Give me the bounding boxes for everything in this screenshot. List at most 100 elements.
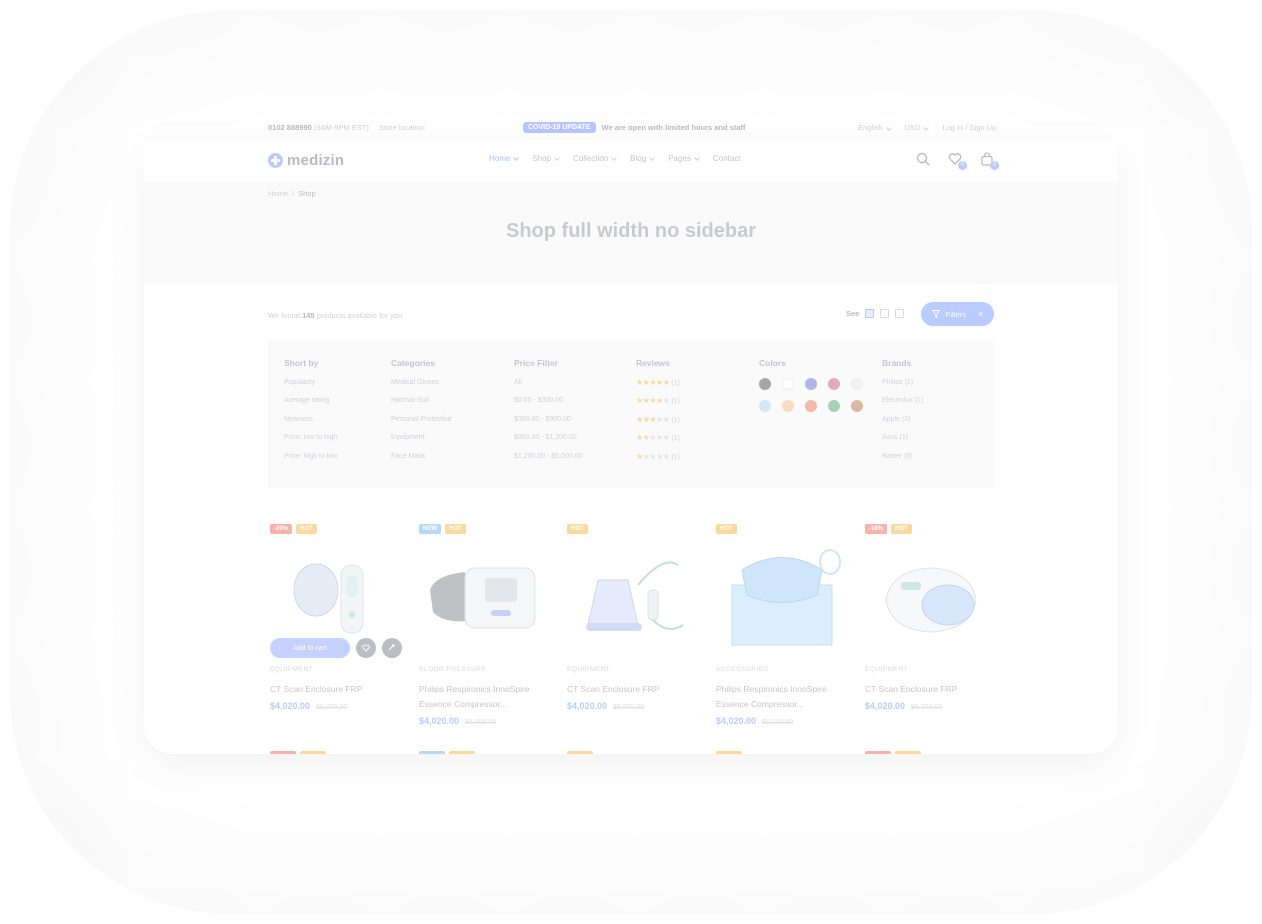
brand-option[interactable]: Electrolux (1) — [882, 396, 923, 414]
category-option[interactable]: Face Mask — [391, 452, 452, 470]
logo[interactable]: medizin — [268, 152, 344, 169]
nav-shop[interactable]: Shop — [532, 154, 560, 163]
wishlist-heart-icon[interactable]: 0 — [948, 152, 967, 170]
add-to-cart-button[interactable]: Add to cart — [270, 638, 350, 658]
sort-option[interactable]: Price: low to high — [284, 433, 337, 451]
price-option[interactable]: $0.00 - $300.00 — [514, 396, 583, 414]
store-location-link[interactable]: Store location — [379, 123, 425, 132]
category-option[interactable]: Personal Protective — [391, 415, 452, 433]
product-name[interactable]: CT Scan Enclosure FRP — [270, 682, 396, 697]
category-option[interactable]: Equipment — [391, 433, 452, 451]
hot-badge: HOT — [445, 524, 466, 534]
nebulizer-kit-image[interactable] — [565, 540, 701, 650]
review-option[interactable]: ★★★★★ (1) — [636, 415, 680, 433]
brand-option[interactable]: Philips (2) — [882, 378, 923, 396]
sort-option[interactable]: Average rating — [284, 396, 337, 414]
category-option[interactable]: Hazmat Suit — [391, 396, 452, 414]
search-icon[interactable] — [916, 152, 930, 166]
chevron-down-icon — [513, 154, 520, 161]
product-category: EQUIPMENT — [567, 666, 611, 673]
review-option[interactable]: ★★★★★ (1) — [636, 396, 680, 414]
filters-toggle-button[interactable]: Filters × — [921, 302, 994, 326]
hot-badge: HOT — [296, 524, 317, 534]
sort-option[interactable]: Popularity — [284, 378, 337, 396]
site-header: medizin Home Shop Collection Blog Pages … — [144, 140, 1118, 182]
next-row-badges — [567, 751, 593, 754]
price-option[interactable]: $1,200.00 - $5,000.00 — [514, 452, 583, 470]
language-select[interactable]: English — [858, 123, 892, 132]
product-name[interactable]: CT Scan Enclosure FRP — [567, 682, 693, 697]
sort-option[interactable]: Newness — [284, 415, 337, 433]
wishlist-heart-icon[interactable] — [356, 638, 376, 658]
currency-select[interactable]: USD — [905, 123, 930, 132]
review-option[interactable]: ★★★★★ (1) — [636, 378, 680, 396]
product-name[interactable]: Philips Respironics InnoSpire Essence Co… — [716, 682, 842, 712]
brand-option[interactable]: Asus (1) — [882, 433, 923, 451]
next-row-badges — [419, 751, 475, 754]
face-mask-box-image[interactable] — [714, 540, 850, 650]
next-row-badges — [270, 751, 326, 754]
close-icon[interactable]: × — [978, 309, 983, 319]
color-swatch[interactable] — [851, 378, 863, 390]
nav-collection[interactable]: Collection — [573, 154, 618, 163]
brand-option[interactable]: Apple (3) — [882, 415, 923, 433]
review-option[interactable]: ★★★★★ (1) — [636, 452, 680, 470]
product-price: $4,020.00 $5,000.00 — [419, 716, 497, 726]
breadcrumb: Home / Shop — [268, 189, 316, 198]
product-name[interactable]: Philips Respironics InnoSpire Essence Co… — [419, 682, 545, 712]
color-swatch[interactable] — [805, 378, 817, 390]
nav-contact[interactable]: Contact — [713, 154, 741, 163]
chevron-down-icon — [923, 124, 930, 131]
color-swatch[interactable] — [851, 400, 863, 412]
nav-blog[interactable]: Blog — [630, 154, 656, 163]
grid-dense-view-icon[interactable] — [880, 309, 890, 318]
nav-pages[interactable]: Pages — [668, 154, 700, 163]
product-name[interactable]: CT Scan Enclosure FRP — [865, 682, 991, 697]
filter-panel: Short by Popularity Average rating Newne… — [268, 340, 994, 488]
price-option[interactable]: $900.00 - $1,200.00 — [514, 433, 583, 451]
next-row-badges — [865, 751, 921, 754]
page-frame: medizin Home Shop Collection Blog Pages … — [144, 140, 1118, 754]
page-title: Shop full width no sidebar — [506, 220, 756, 242]
color-swatch[interactable] — [759, 400, 771, 412]
price-option[interactable]: $300.00 - $900.00 — [514, 415, 583, 433]
breadcrumb-current: Shop — [298, 189, 316, 198]
results-count: We found 145 products available for you — [268, 311, 403, 320]
color-swatch[interactable] — [805, 400, 817, 412]
color-swatch[interactable] — [828, 378, 840, 390]
product-category: EQUIPMENT — [270, 666, 314, 673]
cart-bag-icon[interactable]: 0 — [980, 152, 999, 170]
cart-count: 0 — [990, 161, 999, 170]
chevron-down-icon — [554, 154, 560, 161]
chevron-down-icon — [694, 154, 700, 161]
category-option[interactable]: Medical Gloves — [391, 378, 452, 396]
login-link[interactable]: Log In — [942, 123, 963, 132]
nebulizer-handheld-image[interactable] — [268, 540, 404, 650]
breadcrumb-home[interactable]: Home — [268, 189, 288, 198]
product-category: EQUIPMENT — [865, 666, 909, 673]
star-rating-icon: ★★★★★ — [636, 433, 670, 443]
color-swatch[interactable] — [828, 400, 840, 412]
covid-badge[interactable]: COVID-19 UPDATE — [523, 121, 596, 133]
price-filter: Price Filter All $0.00 - $300.00 $300.00… — [514, 358, 583, 470]
review-option[interactable]: ★★★★★ (1) — [636, 433, 680, 451]
nav-home[interactable]: Home — [489, 154, 520, 163]
brand-option[interactable]: Baxter (6) — [882, 452, 923, 470]
color-swatch[interactable] — [782, 400, 794, 412]
list-view-icon[interactable] — [895, 309, 905, 318]
phone-number[interactable]: 0102 888990 — [268, 123, 312, 132]
bp-monitor-image[interactable] — [417, 540, 553, 650]
grid-view-icon[interactable] — [865, 309, 875, 318]
wishlist-count: 0 — [958, 161, 967, 170]
compressor-image[interactable] — [863, 540, 999, 650]
price-option[interactable]: All — [514, 378, 583, 396]
chevron-down-icon — [611, 154, 618, 161]
chevron-down-icon — [885, 124, 892, 131]
signup-link[interactable]: Sign Up — [970, 123, 997, 132]
sort-option[interactable]: Price: high to low — [284, 452, 337, 470]
star-rating-icon: ★★★★★ — [636, 378, 670, 387]
color-swatch[interactable] — [759, 378, 771, 390]
hot-badge: HOT — [891, 524, 912, 534]
color-swatch[interactable] — [782, 378, 794, 390]
compare-icon[interactable] — [382, 638, 402, 658]
